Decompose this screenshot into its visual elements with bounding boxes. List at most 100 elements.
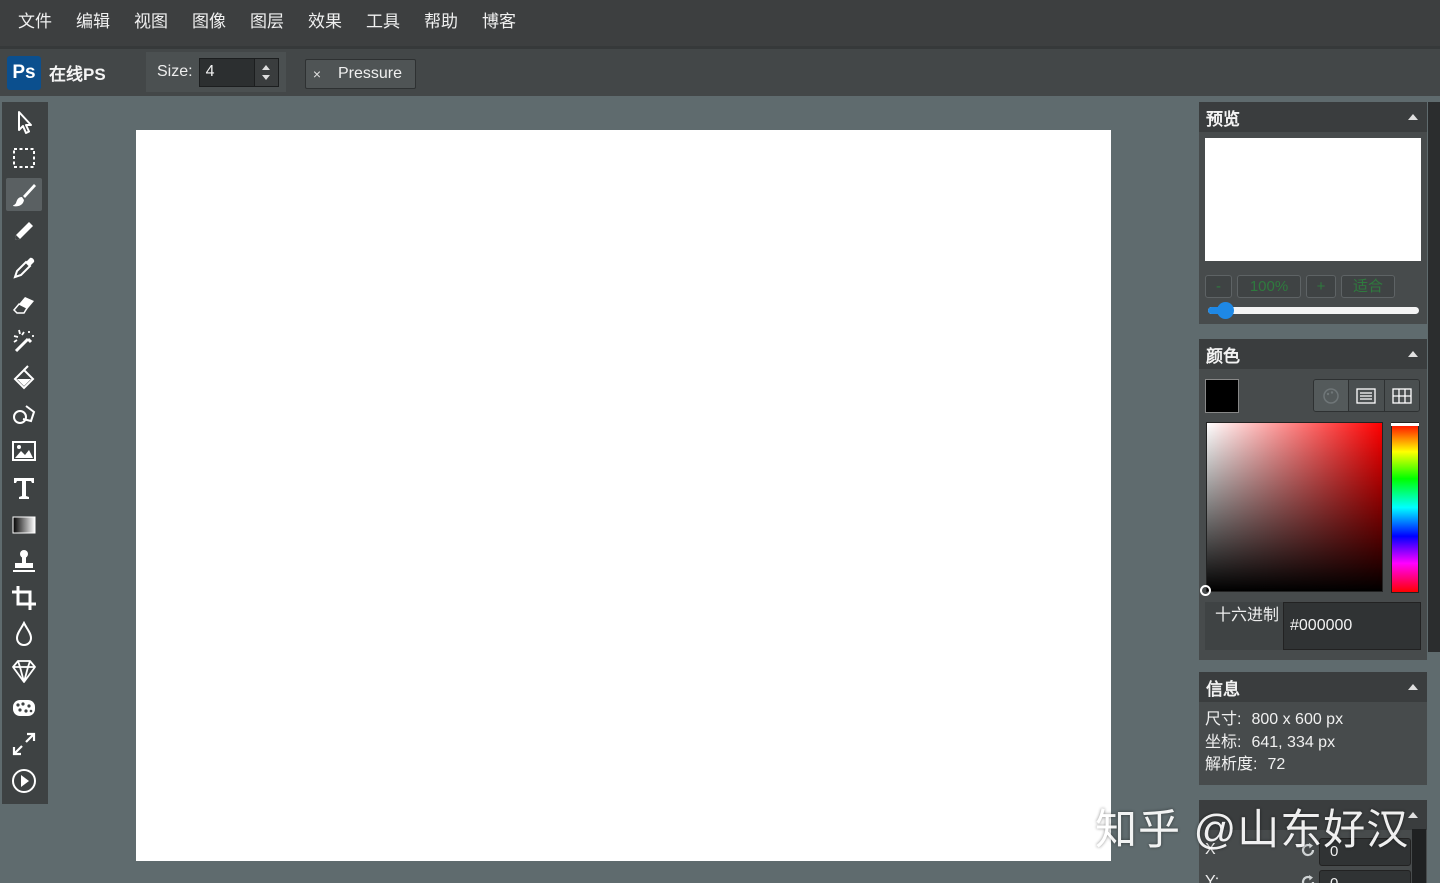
current-color-swatch[interactable] <box>1205 379 1239 413</box>
saturation-brightness-picker[interactable] <box>1206 422 1383 592</box>
info-coord-row: 坐标: 641, 334 px <box>1199 732 1427 755</box>
tool-paint-bucket[interactable] <box>6 361 42 394</box>
info-coord-label: 坐标: <box>1205 733 1242 751</box>
info-title: 信息 <box>1206 679 1240 699</box>
tool-image[interactable] <box>6 435 42 468</box>
stepper-down-icon[interactable] <box>261 74 270 80</box>
color-picker-handle[interactable] <box>1200 585 1211 596</box>
size-input[interactable]: 4 <box>198 57 279 87</box>
tool-clone-stamp[interactable] <box>6 545 42 578</box>
tool-brush[interactable] <box>6 178 42 212</box>
tool-eyedropper[interactable] <box>6 252 42 285</box>
tool-resize[interactable] <box>6 728 42 761</box>
info-resolution-label: 解析度: <box>1205 756 1258 773</box>
menu-view[interactable]: 视图 <box>122 0 180 46</box>
resize-arrows-icon <box>12 733 36 756</box>
zoom-slider[interactable] <box>1208 302 1419 319</box>
tool-sharpen[interactable] <box>6 655 42 688</box>
eraser-icon <box>12 296 34 314</box>
tool-pencil[interactable] <box>6 215 42 248</box>
zoom-value-field[interactable]: 100% <box>1237 275 1301 298</box>
tool-actions[interactable] <box>6 765 42 798</box>
watermark-text: 知乎 @山东好汉 <box>1095 806 1410 853</box>
panel-scrollbar-lower[interactable] <box>1412 829 1426 883</box>
image-icon <box>12 441 36 462</box>
tool-text[interactable] <box>6 471 42 504</box>
panel-scrollbar[interactable] <box>1428 102 1440 652</box>
pressure-toggle-button[interactable]: × Pressure <box>305 59 416 89</box>
preview-title: 预览 <box>1206 109 1240 129</box>
menu-effects[interactable]: 效果 <box>296 0 354 46</box>
tool-marquee[interactable] <box>6 142 42 175</box>
close-icon: × <box>312 66 322 82</box>
tool-crop[interactable] <box>6 581 42 614</box>
zoom-in-button[interactable]: + <box>1306 275 1336 298</box>
transform-y-input[interactable]: 0 <box>1319 870 1411 883</box>
menu-help[interactable]: 帮助 <box>412 0 470 46</box>
pressure-label: Pressure <box>338 65 403 82</box>
collapse-icon[interactable] <box>1408 684 1418 690</box>
reset-icon[interactable] <box>1299 873 1317 883</box>
menu-bar: 文件 编辑 视图 图像 图层 效果 工具 帮助 博客 <box>0 0 1440 46</box>
color-panel-header[interactable]: 颜色 <box>1199 339 1427 369</box>
preview-panel: 预览 - 100% + 适合 <box>1199 102 1427 324</box>
text-icon <box>14 477 34 499</box>
tool-sponge[interactable] <box>6 691 42 724</box>
color-panel: 颜色 十六进制 #000000 <box>1199 339 1427 660</box>
transform-y-row: Y: 0 <box>1205 870 1415 883</box>
menu-layer[interactable]: 图层 <box>238 0 296 46</box>
list-icon <box>1356 387 1377 404</box>
hue-slider-handle[interactable] <box>1391 423 1419 426</box>
crop-icon <box>12 585 36 610</box>
tool-gradient[interactable] <box>6 508 42 541</box>
app-name: 在线PS <box>49 65 106 84</box>
info-size-value: 800 x 600 px <box>1251 711 1344 728</box>
tool-select[interactable] <box>6 105 42 138</box>
hex-label: 十六进制 <box>1205 602 1283 650</box>
collapse-icon[interactable] <box>1408 351 1418 357</box>
tool-shapes[interactable] <box>6 398 42 431</box>
grid-icon <box>1392 387 1412 404</box>
color-mode-switch <box>1313 379 1420 412</box>
menu-blog[interactable]: 博客 <box>470 0 528 46</box>
shapes-icon <box>13 404 36 424</box>
collapse-icon[interactable] <box>1408 114 1418 120</box>
info-size-label: 尺寸: <box>1205 711 1242 728</box>
preview-panel-header[interactable]: 预览 <box>1199 102 1427 132</box>
brush-icon <box>13 183 36 207</box>
menu-image[interactable]: 图像 <box>180 0 238 46</box>
zoom-fit-button[interactable]: 适合 <box>1341 275 1395 298</box>
info-resolution-row: 解析度: 72 <box>1199 754 1427 777</box>
tool-magic-wand[interactable] <box>6 325 42 358</box>
brush-size-group: Size: 4 <box>146 52 286 92</box>
gradient-icon <box>12 516 36 534</box>
drawing-canvas[interactable] <box>136 130 1111 861</box>
color-grid-mode-button[interactable] <box>1384 380 1419 411</box>
menu-file[interactable]: 文件 <box>6 0 64 46</box>
tool-blur[interactable] <box>6 618 42 651</box>
hex-color-row: 十六进制 #000000 <box>1205 602 1421 650</box>
hex-color-input[interactable]: #000000 <box>1283 602 1421 650</box>
color-wheel-mode-button[interactable] <box>1314 380 1350 411</box>
select-arrow-icon <box>18 110 32 134</box>
sharpen-diamond-icon <box>12 660 36 684</box>
transform-y-label: Y: <box>1205 873 1220 883</box>
collapse-icon[interactable] <box>1408 812 1418 818</box>
hue-slider[interactable] <box>1391 422 1419 593</box>
info-panel-header[interactable]: 信息 <box>1199 672 1427 702</box>
zoom-out-button[interactable]: - <box>1205 275 1232 298</box>
menu-tools[interactable]: 工具 <box>354 0 412 46</box>
menu-edit[interactable]: 编辑 <box>64 0 122 46</box>
color-list-mode-button[interactable] <box>1349 380 1385 411</box>
tool-eraser[interactable] <box>6 288 42 321</box>
size-stepper[interactable] <box>253 58 278 86</box>
preview-thumbnail[interactable] <box>1205 138 1421 261</box>
app-logo: Ps 在线PS <box>0 49 140 96</box>
ps-logo-icon: Ps <box>7 55 41 90</box>
marquee-select-icon <box>13 148 35 169</box>
zoom-slider-handle[interactable] <box>1217 302 1234 319</box>
zoom-controls: - 100% + 适合 <box>1205 275 1400 298</box>
sponge-icon <box>13 699 35 716</box>
size-label: Size: <box>157 63 193 80</box>
stepper-up-icon[interactable] <box>261 64 270 70</box>
